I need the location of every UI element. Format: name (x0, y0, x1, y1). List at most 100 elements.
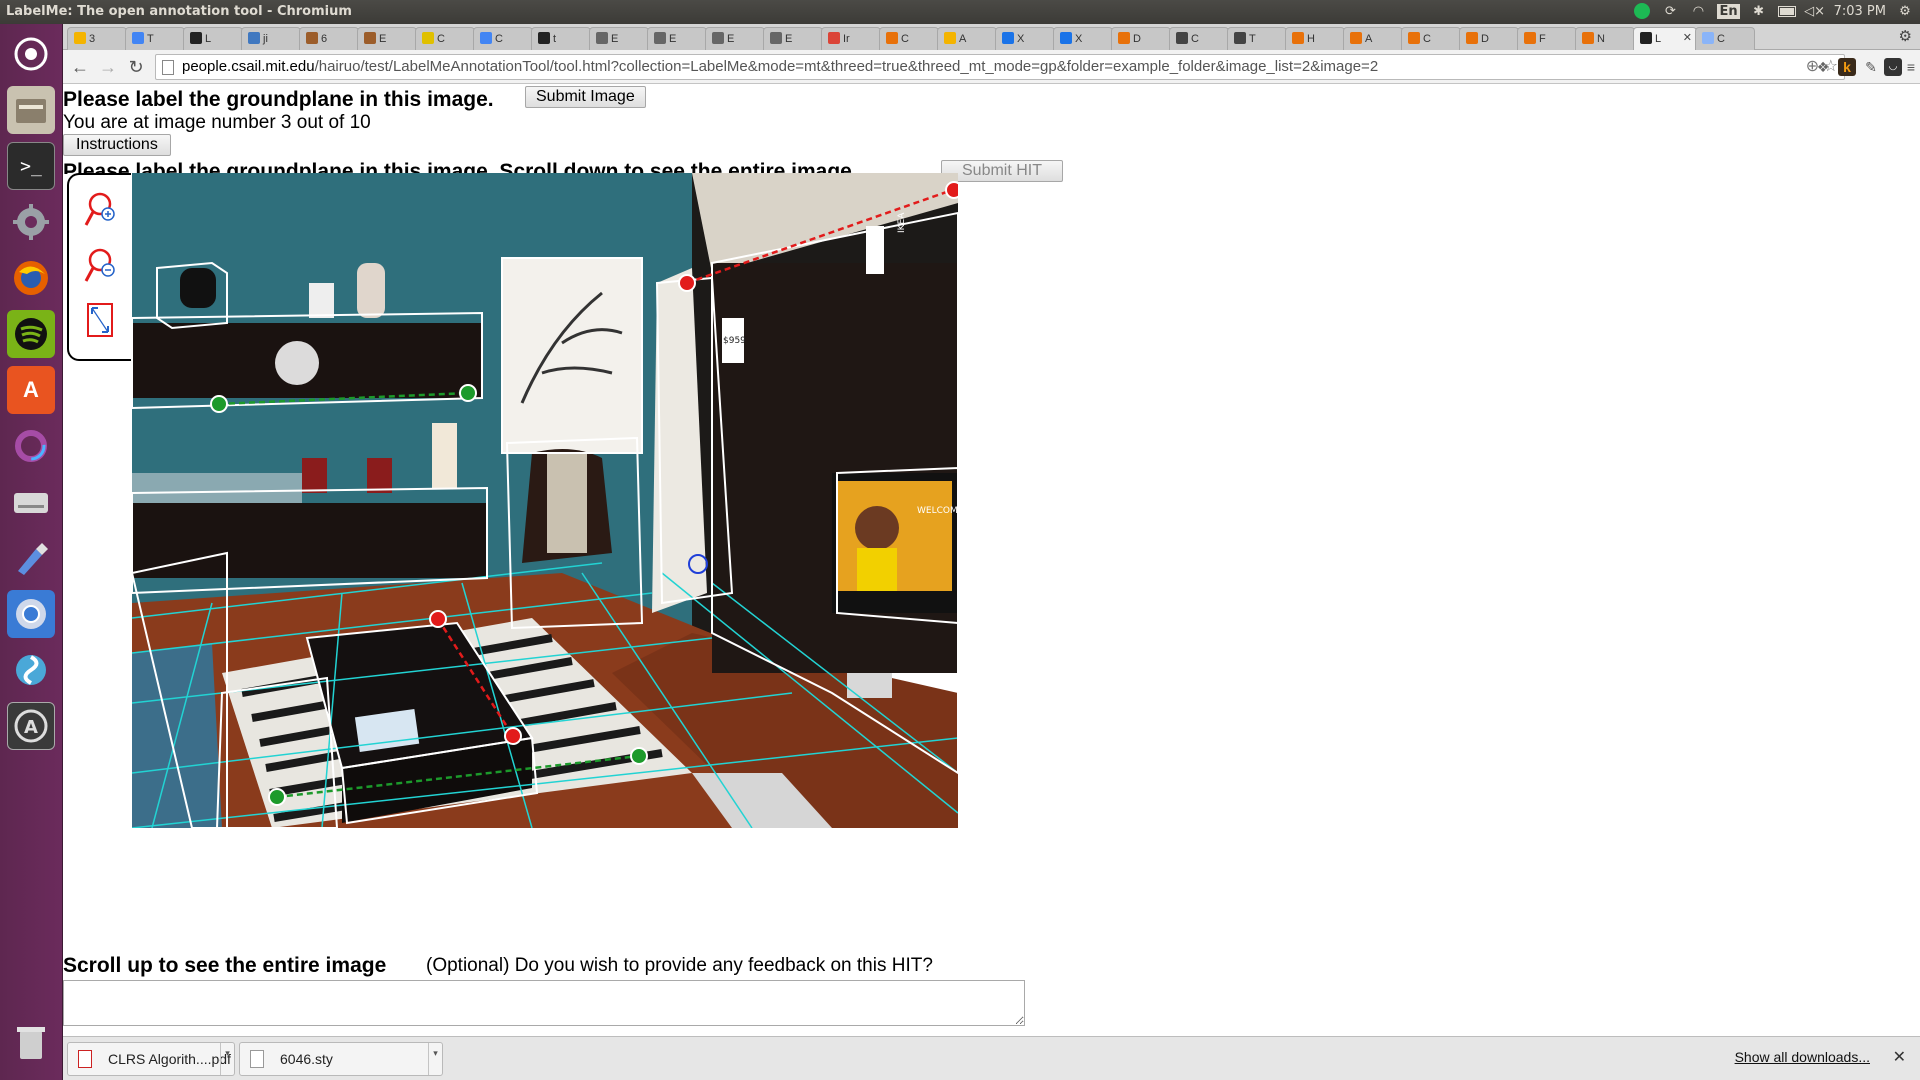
browser-tab[interactable]: X (1053, 27, 1113, 50)
browser-tab[interactable]: C (1695, 27, 1755, 50)
forward-button[interactable]: → (97, 56, 119, 78)
clock[interactable]: 7:03 PM (1834, 4, 1886, 19)
tab-favicon-icon (1002, 32, 1014, 44)
tab-label: E (611, 33, 619, 45)
wifi-icon[interactable]: ◠ (1689, 3, 1707, 19)
red-point[interactable] (945, 181, 958, 199)
instructions-button[interactable]: Instructions (63, 134, 171, 156)
tv-welcome-text: WELCOME TO IKEA (917, 506, 958, 516)
submit-image-button[interactable]: Submit Image (525, 86, 646, 108)
browser-tab[interactable]: C (1401, 27, 1461, 50)
window-gear-icon[interactable]: ⚙ (1899, 27, 1912, 45)
app-ring-icon[interactable] (7, 422, 55, 470)
red-point[interactable] (429, 610, 447, 628)
files-icon[interactable] (7, 86, 55, 134)
bluetooth-icon[interactable]: ✱ (1750, 3, 1768, 19)
tab-favicon-icon (1524, 32, 1536, 44)
browser-tab[interactable]: 6 (299, 27, 359, 50)
browser-tab[interactable]: C (1169, 27, 1229, 50)
browser-tab[interactable]: 3 (67, 27, 127, 50)
show-all-downloads-link[interactable]: Show all downloads... (1735, 1049, 1870, 1065)
back-button[interactable]: ← (69, 56, 91, 78)
browser-tab[interactable]: A (937, 27, 997, 50)
browser-tab[interactable]: C (415, 27, 475, 50)
system-gear-icon[interactable]: ⚙ (1896, 3, 1914, 19)
browser-tab[interactable]: L (183, 27, 243, 50)
editor-brush-icon[interactable] (7, 534, 55, 582)
red-point[interactable] (678, 274, 696, 292)
system-tray: ⟳ ◠ En ✱ ◁× 7:03 PM ⚙ (1633, 3, 1914, 19)
price-tag-text: $959 (723, 336, 746, 346)
tab-label: T (147, 33, 154, 45)
download-menu-caret[interactable]: ▾ (428, 1043, 442, 1075)
tab-label: E (669, 33, 677, 45)
feedback-textarea[interactable] (63, 980, 1025, 1026)
extension-pen-icon[interactable]: ✎ (1862, 58, 1880, 76)
fit-image-icon[interactable] (83, 301, 119, 341)
download-item[interactable]: 6046.sty ▾ (239, 1042, 443, 1076)
pocket-icon[interactable]: ◡ (1884, 58, 1902, 76)
tab-label: D (1133, 33, 1141, 45)
tab-label: C (437, 33, 445, 45)
browser-tab[interactable]: T (125, 27, 185, 50)
zoom-in-icon[interactable] (83, 189, 119, 229)
annotation-image-canvas[interactable]: WELCOME TO IKEA $959 IKEA (132, 173, 958, 828)
firefox-icon[interactable] (7, 254, 55, 302)
software-updater-icon[interactable]: A (7, 702, 55, 750)
green-point[interactable] (268, 788, 286, 806)
reload-button[interactable]: ↻ (125, 56, 147, 78)
browser-tab[interactable]: T (1227, 27, 1287, 50)
volume-muted-icon[interactable]: ◁× (1804, 3, 1825, 19)
spotify-icon[interactable] (7, 310, 55, 358)
spotify-tray-icon[interactable] (1633, 3, 1651, 19)
scene-image[interactable]: WELCOME TO IKEA $959 IKEA (132, 173, 958, 828)
address-bar[interactable]: people.csail.mit.edu/hairuo/test/LabelMe… (155, 54, 1845, 80)
system-top-panel: LabelMe: The open annotation tool - Chro… (0, 0, 1920, 24)
keyboard-language[interactable]: En (1717, 3, 1740, 19)
extension-puzzle-icon[interactable]: ❖ (1814, 58, 1832, 76)
battery-icon[interactable] (1777, 3, 1796, 19)
browser-tab[interactable]: D (1459, 27, 1519, 50)
tab-favicon-icon (74, 32, 86, 44)
software-center-icon[interactable]: A (7, 366, 55, 414)
browser-tab[interactable]: E (647, 27, 707, 50)
drive-icon[interactable] (7, 478, 55, 526)
browser-menu-icon[interactable]: ≡ (1902, 58, 1920, 76)
close-tab-icon[interactable]: ✕ (1683, 31, 1692, 44)
terminal-icon[interactable]: >_ (7, 142, 55, 190)
green-point[interactable] (630, 747, 648, 765)
close-downloads-bar-icon[interactable]: ✕ (1893, 1047, 1906, 1067)
browser-tab-active[interactable]: L ✕ (1633, 27, 1697, 50)
browser-tab[interactable]: A (1343, 27, 1403, 50)
browser-tab[interactable]: E (705, 27, 765, 50)
dash-home-icon[interactable] (7, 30, 55, 78)
sync-icon[interactable]: ⟳ (1661, 3, 1679, 19)
extension-k-icon[interactable]: k (1838, 58, 1856, 76)
green-point[interactable] (210, 395, 228, 413)
browser-tab[interactable]: Ir (821, 27, 881, 50)
browser-tab[interactable]: C (879, 27, 939, 50)
shotwell-icon[interactable] (7, 646, 55, 694)
tab-favicon-icon (132, 32, 144, 44)
trash-icon[interactable] (7, 1018, 55, 1066)
browser-tab[interactable]: N (1575, 27, 1635, 50)
browser-tab[interactable]: t (531, 27, 591, 50)
browser-tab[interactable]: ji (241, 27, 301, 50)
red-point[interactable] (504, 727, 522, 745)
browser-tab[interactable]: X (995, 27, 1055, 50)
green-point[interactable] (459, 384, 477, 402)
browser-tab[interactable]: E (763, 27, 823, 50)
browser-tab[interactable]: C (473, 27, 533, 50)
browser-tab[interactable]: E (589, 27, 649, 50)
system-settings-icon[interactable] (7, 198, 55, 246)
browser-tab[interactable]: F (1517, 27, 1577, 50)
browser-tab[interactable]: H (1285, 27, 1345, 50)
browser-tab[interactable]: E (357, 27, 417, 50)
download-item[interactable]: CLRS Algorith....pdf ▾ (67, 1042, 235, 1076)
zoom-out-icon[interactable] (83, 245, 119, 285)
browser-tab[interactable]: D (1111, 27, 1171, 50)
chromium-icon[interactable] (7, 590, 55, 638)
download-menu-caret[interactable]: ▾ (220, 1043, 234, 1075)
submit-hit-button[interactable]: Submit HIT (941, 160, 1064, 182)
tab-label: H (1307, 33, 1315, 45)
